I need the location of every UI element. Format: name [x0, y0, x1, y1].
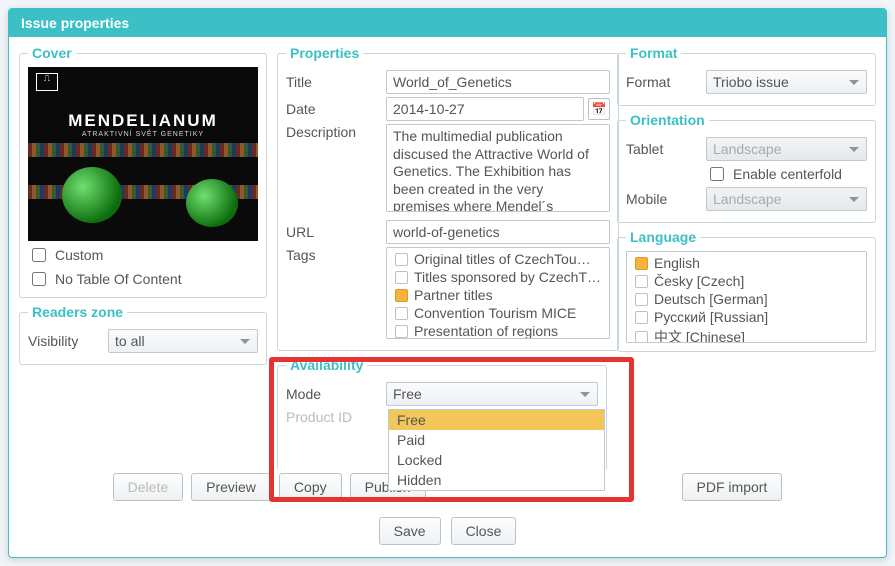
url-label: URL	[286, 224, 386, 240]
url-input[interactable]	[386, 220, 610, 244]
readers-zone-legend: Readers zone	[28, 304, 127, 320]
date-label: Date	[286, 101, 386, 117]
language-item[interactable]: Deutsch [German]	[627, 290, 866, 308]
language-fieldset: Language English Česky [Czech] Deutsch […	[617, 229, 876, 352]
mode-option-free[interactable]: Free	[389, 410, 604, 430]
mode-option-hidden[interactable]: Hidden	[389, 470, 604, 490]
save-button[interactable]: Save	[379, 517, 441, 545]
readers-zone-fieldset: Readers zone Visibility to all	[19, 304, 267, 365]
tag-item[interactable]: Convention Tourism MICE	[387, 304, 609, 322]
visibility-label: Visibility	[28, 333, 108, 349]
tag-item[interactable]: Partner titles	[387, 286, 609, 304]
no-toc-checkbox[interactable]	[32, 272, 46, 286]
cover-title-text: MENDELIANUM	[68, 111, 218, 131]
close-button[interactable]: Close	[451, 517, 517, 545]
visibility-select[interactable]: to all	[108, 329, 258, 353]
cover-legend: Cover	[28, 45, 76, 61]
checkbox-icon[interactable]	[635, 331, 648, 344]
custom-checkbox-label: Custom	[55, 247, 103, 263]
centerfold-checkbox[interactable]	[710, 167, 724, 181]
date-input[interactable]	[386, 97, 584, 121]
cover-image[interactable]: ⎍ MENDELIANUM ATRAKTIVNÍ SVĚT GENETIKY	[28, 67, 258, 241]
tag-item[interactable]: Presentation of regions	[387, 322, 609, 339]
custom-checkbox[interactable]	[32, 248, 46, 262]
checkbox-icon[interactable]	[395, 253, 408, 266]
cover-subtitle-text: ATRAKTIVNÍ SVĚT GENETIKY	[82, 131, 204, 138]
availability-legend: Availability	[286, 357, 367, 373]
checkbox-icon[interactable]	[635, 311, 648, 324]
dialog-title: Issue properties	[9, 9, 886, 37]
format-legend: Format	[626, 45, 681, 61]
checkbox-icon[interactable]	[395, 307, 408, 320]
mobile-label: Mobile	[626, 191, 706, 207]
tag-item[interactable]: Original titles of CzechTou…	[387, 250, 609, 268]
orientation-fieldset: Orientation Tablet Landscape Enable cent…	[617, 112, 876, 223]
format-fieldset: Format Format Triobo issue	[617, 45, 876, 106]
language-item[interactable]: Русский [Russian]	[627, 308, 866, 326]
centerfold-label: Enable centerfold	[733, 166, 842, 182]
description-label: Description	[286, 124, 386, 140]
checkbox-icon[interactable]	[395, 289, 408, 302]
no-toc-checkbox-label: No Table Of Content	[55, 271, 182, 287]
preview-button[interactable]: Preview	[191, 473, 271, 501]
orientation-legend: Orientation	[626, 112, 709, 128]
format-select[interactable]: Triobo issue	[706, 70, 867, 94]
product-id-label: Product ID	[286, 409, 386, 425]
description-textarea[interactable]	[386, 124, 610, 212]
delete-button[interactable]: Delete	[113, 473, 183, 501]
checkbox-icon[interactable]	[395, 325, 408, 338]
language-legend: Language	[626, 229, 700, 245]
language-item[interactable]: Česky [Czech]	[627, 272, 866, 290]
mode-select[interactable]: Free	[386, 382, 598, 406]
tags-list[interactable]: Original titles of CzechTou… Titles spon…	[386, 247, 610, 339]
tablet-select[interactable]: Landscape	[706, 137, 867, 161]
format-label: Format	[626, 74, 706, 90]
no-toc-checkbox-row[interactable]: No Table Of Content	[28, 269, 258, 289]
centerfold-checkbox-row[interactable]: Enable centerfold	[706, 164, 842, 184]
checkbox-icon[interactable]	[635, 275, 648, 288]
cover-fieldset: Cover ⎍ MENDELIANUM ATRAKTIVNÍ SVĚT GENE…	[19, 45, 267, 298]
dialog-bottom-row: Save Close	[9, 507, 886, 557]
cover-publisher-logo: ⎍	[36, 73, 58, 91]
title-input[interactable]	[386, 70, 610, 94]
properties-fieldset: Properties Title Date 📅 Description	[277, 45, 619, 351]
mode-option-locked[interactable]: Locked	[389, 450, 604, 470]
language-item[interactable]: English	[627, 254, 866, 272]
pdf-import-button[interactable]: PDF import	[682, 473, 783, 501]
copy-button[interactable]: Copy	[279, 473, 342, 501]
mobile-select[interactable]: Landscape	[706, 187, 867, 211]
tablet-label: Tablet	[626, 141, 706, 157]
mode-dropdown-list[interactable]: Free Paid Locked Hidden	[388, 409, 605, 491]
checkbox-icon[interactable]	[635, 257, 648, 270]
language-list[interactable]: English Česky [Czech] Deutsch [German] Р…	[626, 251, 867, 343]
mode-option-paid[interactable]: Paid	[389, 430, 604, 450]
tags-label: Tags	[286, 247, 386, 263]
checkbox-icon[interactable]	[395, 271, 408, 284]
title-label: Title	[286, 74, 386, 90]
calendar-icon[interactable]: 📅	[588, 98, 610, 120]
checkbox-icon[interactable]	[635, 293, 648, 306]
properties-legend: Properties	[286, 45, 363, 61]
tag-item[interactable]: Titles sponsored by CzechT…	[387, 268, 609, 286]
language-item[interactable]: 中文 [Chinese]	[627, 326, 866, 343]
custom-checkbox-row[interactable]: Custom	[28, 245, 258, 265]
mode-label: Mode	[286, 386, 386, 402]
